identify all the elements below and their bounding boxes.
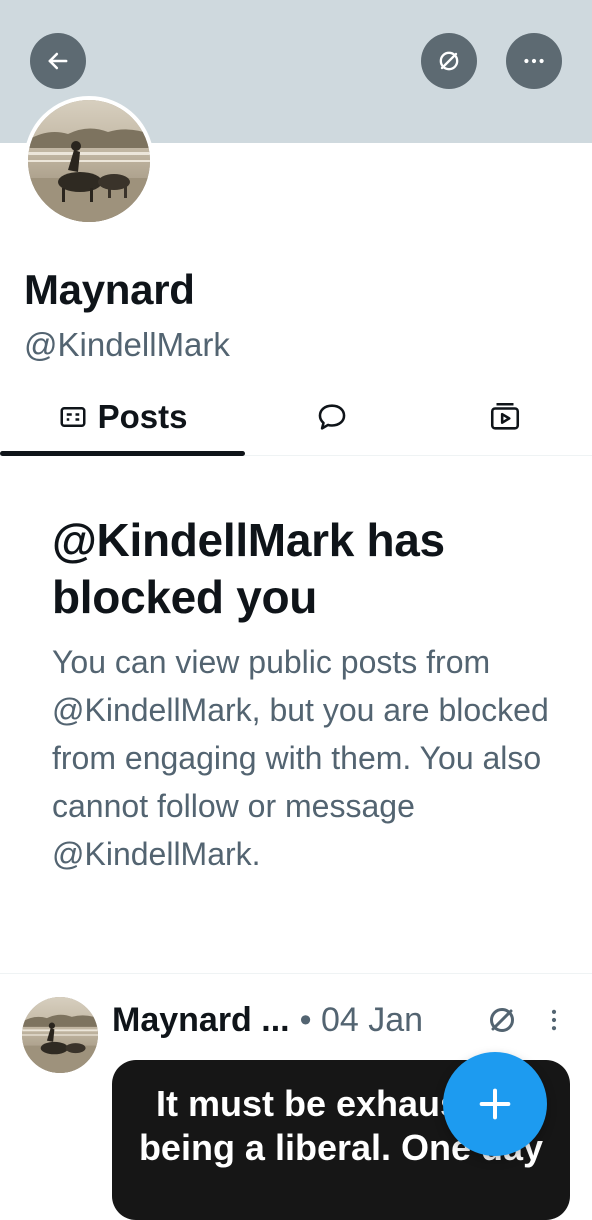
profile-handle: @KindellMark (24, 326, 230, 363)
grok-icon (490, 1008, 514, 1032)
profile-display-name: Maynard (24, 266, 195, 313)
profile-avatar[interactable] (24, 96, 154, 226)
compose-button[interactable] (443, 1052, 547, 1156)
back-button[interactable] (30, 33, 86, 89)
post-author-avatar[interactable] (22, 997, 98, 1073)
tab-media[interactable] (418, 378, 592, 455)
tab-replies[interactable] (245, 378, 418, 455)
blocked-title: @KindellMark has blocked you (52, 514, 445, 623)
post-timestamp[interactable]: • 04 Jan (300, 1001, 423, 1040)
posts-icon (60, 406, 86, 427)
avatar-photo-small (22, 997, 98, 1073)
plus-icon (479, 1088, 511, 1120)
more-vertical-icon (551, 1009, 557, 1031)
profile-tabs: Posts (0, 378, 592, 456)
replies-icon (318, 403, 345, 430)
blocked-description: You can view public posts from @KindellM… (52, 644, 549, 872)
tab-posts-label: Posts (97, 397, 188, 435)
active-tab-indicator (0, 451, 245, 456)
post-author-name[interactable]: Maynard ... (112, 1001, 290, 1040)
grok-icon (439, 51, 459, 71)
grok-button[interactable] (421, 33, 477, 89)
more-options-button[interactable] (506, 33, 562, 89)
post-more-button[interactable] (540, 1004, 568, 1036)
section-divider (0, 973, 592, 974)
post-header: Maynard ... • 04 Jan (112, 998, 423, 1042)
tab-posts[interactable]: Posts (0, 378, 245, 456)
more-horizontal-icon (524, 58, 544, 64)
arrow-left-icon (48, 52, 68, 70)
post-grok-button[interactable] (484, 1002, 520, 1038)
media-icon (490, 402, 520, 430)
avatar-photo (28, 100, 150, 222)
